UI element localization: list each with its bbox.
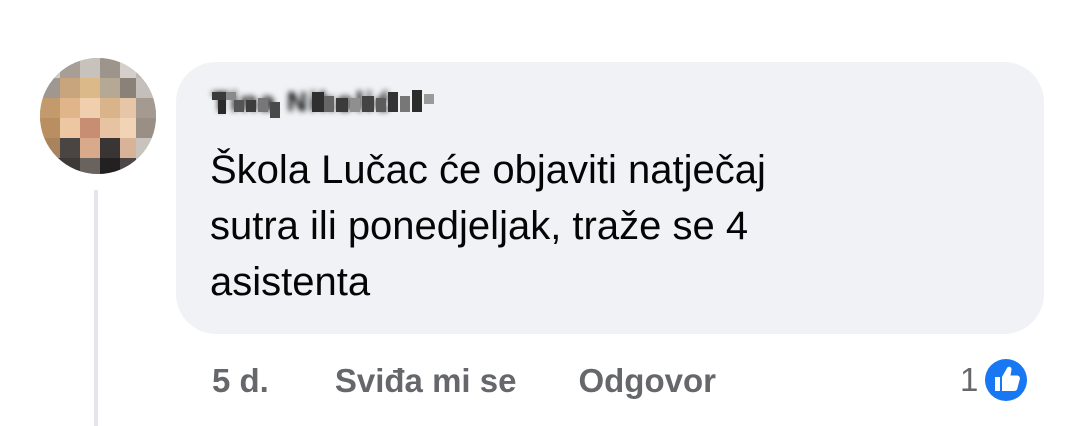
comment-text-line: sutra ili ponedjeljak, traže se 4 [210,204,749,248]
reaction-summary[interactable]: 1 [960,354,1032,406]
comment-author-name[interactable]: Tina Nikolić [212,86,452,126]
reply-button[interactable]: Odgovor [578,362,716,400]
comment-text-line: Škola Lučac će objaviti natječaj [210,148,766,192]
comment-text-line: asistenta [210,260,371,304]
reply-thread-line [94,190,98,426]
reaction-count: 1 [960,361,979,398]
comment-timestamp[interactable]: 5 d. [212,362,269,400]
redaction-pixel-mask [212,90,434,118]
comment-text: Škola Lučac će objaviti natječaj sutra i… [210,142,1010,310]
like-thumb-icon [982,356,1031,404]
like-button[interactable]: Sviđa mi se [335,362,517,400]
avatar-pixelated-photo [40,58,156,174]
comment-actions: 5 d. Sviđa mi se Odgovor [212,358,716,404]
avatar[interactable] [40,58,156,174]
